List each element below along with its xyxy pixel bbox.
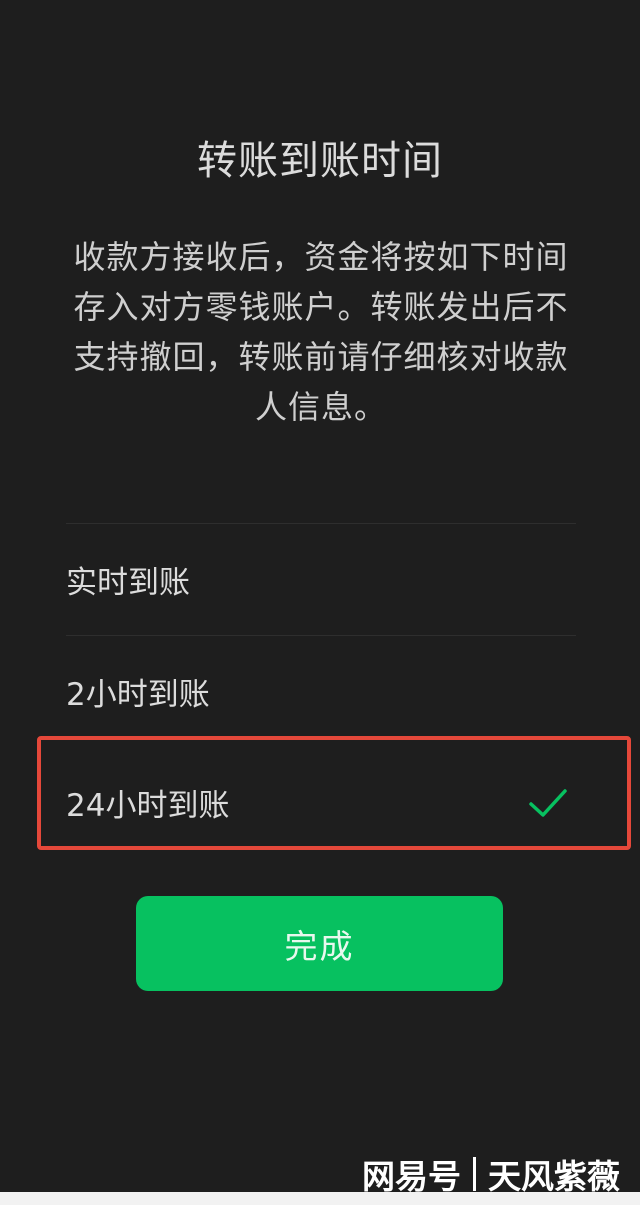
option-2h[interactable]: 2小时到账 — [66, 636, 576, 747]
done-button[interactable]: 完成 — [136, 896, 503, 991]
watermark-author: 天风紫薇 — [488, 1157, 620, 1196]
bottom-strip — [0, 1192, 640, 1205]
option-realtime[interactable]: 实时到账 — [66, 524, 576, 635]
highlight-box — [37, 736, 631, 850]
watermark-separator — [473, 1157, 476, 1191]
dialog-title: 转账到账时间 — [197, 138, 443, 184]
watermark: 网易号 天风紫薇 — [362, 1150, 620, 1198]
dialog-description: 收款方接收后，资金将按如下时间存入对方零钱账户。转账发出后不支持撤回，转账前请仔… — [73, 238, 569, 426]
watermark-platform: 网易号 — [362, 1157, 461, 1196]
option-label: 2小时到账 — [66, 677, 210, 713]
option-label: 实时到账 — [66, 565, 190, 601]
